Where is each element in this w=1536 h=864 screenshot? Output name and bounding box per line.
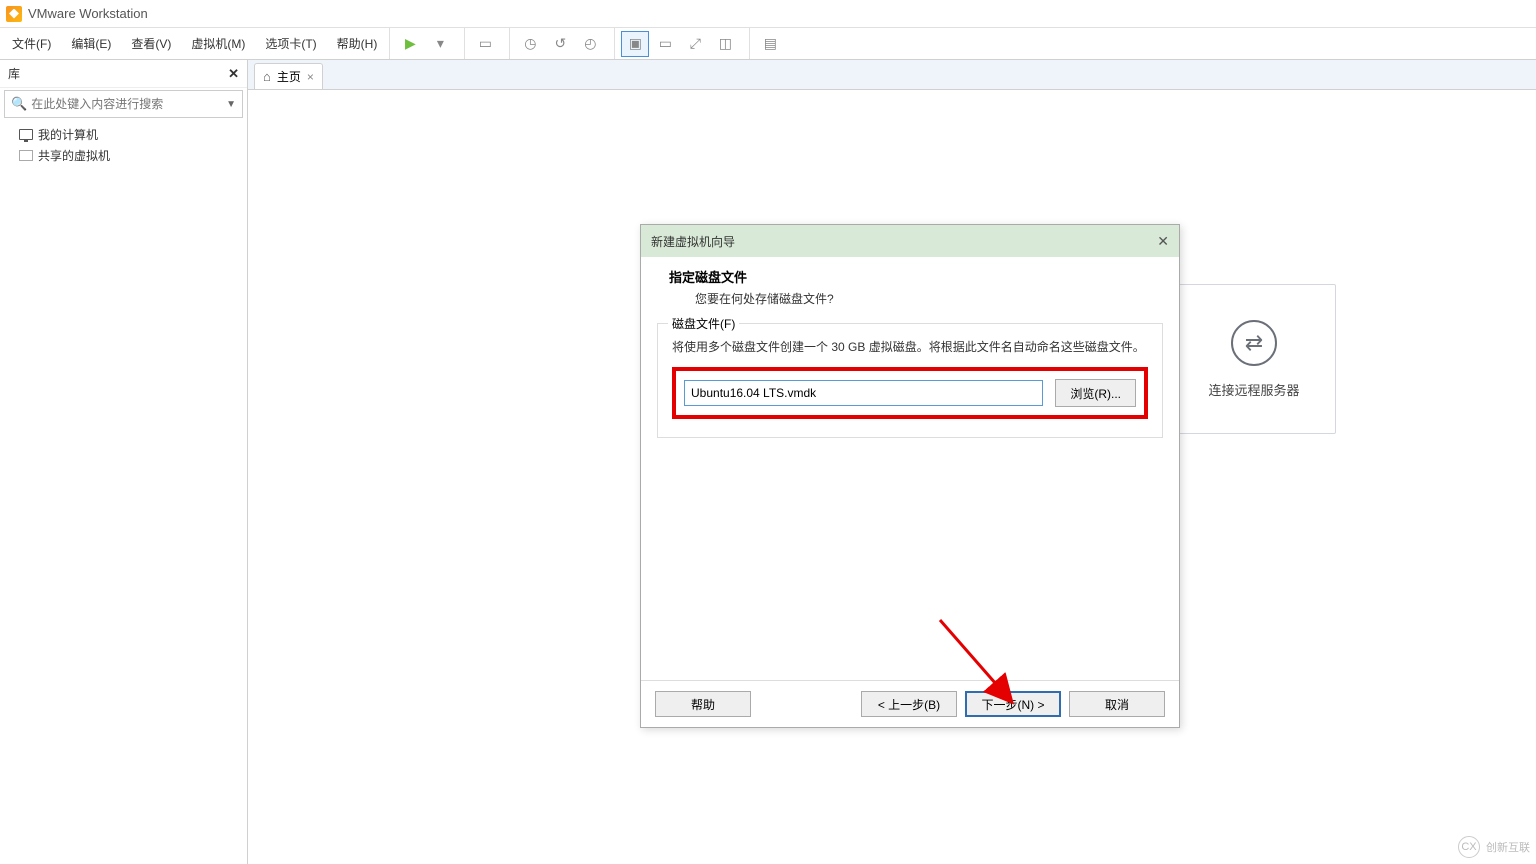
connect-remote-icon: ⇄ [1231,320,1277,366]
titlebar: VMware Workstation [0,0,1536,28]
search-dropdown-icon[interactable]: ▼ [226,99,236,110]
tab-label: 主页 [277,68,301,85]
sidebar-close-button[interactable]: ✕ [228,66,239,82]
watermark-text: 创新互联 [1486,839,1530,855]
snapshot-manage-button[interactable]: ◴ [576,31,604,57]
snapshot-revert-button[interactable]: ↺ [546,31,574,57]
next-button[interactable]: 下一步(N) > [965,691,1061,717]
play-dropdown[interactable]: ▾ [426,31,454,57]
dialog-heading: 指定磁盘文件 [669,267,1155,286]
new-vm-wizard-dialog: 新建虚拟机向导 ✕ 指定磁盘文件 您要在何处存储磁盘文件? 磁盘文件(F) 将使… [640,224,1180,728]
fieldset-legend: 磁盘文件(F) [668,315,739,332]
snapshot-overview-button[interactable]: ▭ [471,31,499,57]
menu-edit[interactable]: 编辑(E) [63,31,119,56]
sidebar-header: 库 ✕ [0,60,247,88]
home-icon: ⌂ [263,69,271,84]
tree-item-my-computer[interactable]: 我的计算机 [18,124,247,145]
tree-item-shared-vms[interactable]: 共享的虚拟机 [18,145,247,166]
app-icon [6,6,22,22]
play-button[interactable]: ▶ [396,31,424,57]
menu-help[interactable]: 帮助(H) [329,31,386,56]
help-button[interactable]: 帮助 [655,691,751,717]
view-console-button[interactable]: ▭ [651,31,679,57]
disk-file-row: 浏览(R)... [672,367,1148,419]
sidebar: 库 ✕ 🔍 ▼ 我的计算机 共享的虚拟机 [0,60,248,864]
menubar: 文件(F) 编辑(E) 查看(V) 虚拟机(M) 选项卡(T) 帮助(H) ▶ … [0,28,1536,60]
quick-connect-remote[interactable]: ⇄ 连接远程服务器 [1172,284,1336,434]
snapshot-take-button[interactable]: ◷ [516,31,544,57]
search-icon: 🔍 [11,96,27,112]
dialog-close-button[interactable]: ✕ [1157,233,1169,250]
tab-home[interactable]: ⌂ 主页 × [254,63,323,89]
view-library-button[interactable]: ▤ [756,31,784,57]
watermark-icon: CX [1458,836,1480,858]
fieldset-description: 将使用多个磁盘文件创建一个 30 GB 虚拟磁盘。将根据此文件名自动命名这些磁盘… [672,338,1148,357]
monitor-icon [18,128,34,142]
disk-file-input[interactable] [684,380,1043,406]
back-button[interactable]: < 上一步(B) [861,691,957,717]
app-title: VMware Workstation [28,6,148,21]
dialog-title: 新建虚拟机向导 [651,233,735,250]
view-windowed-button[interactable]: ▣ [621,31,649,57]
sidebar-title: 库 [8,65,20,82]
menu-file[interactable]: 文件(F) [4,31,59,56]
menu-view[interactable]: 查看(V) [123,31,179,56]
tab-close-button[interactable]: × [307,70,314,84]
dialog-titlebar: 新建虚拟机向导 ✕ [641,225,1179,257]
search-input[interactable] [31,97,222,111]
tree-item-label: 我的计算机 [38,126,98,143]
library-tree: 我的计算机 共享的虚拟机 [0,120,247,166]
search-box[interactable]: 🔍 ▼ [4,90,243,118]
tree-item-label: 共享的虚拟机 [38,147,110,164]
cancel-button[interactable]: 取消 [1069,691,1165,717]
tab-strip: ⌂ 主页 × [248,60,1536,90]
quick-label: 连接远程服务器 [1208,380,1299,399]
menu-vm[interactable]: 虚拟机(M) [183,31,253,56]
view-fullscreen-button[interactable]: ⤢ [681,31,709,57]
view-unity-button[interactable]: ◫ [711,31,739,57]
dialog-spacer [641,450,1179,680]
browse-button[interactable]: 浏览(R)... [1055,379,1136,407]
dialog-button-row: 帮助 < 上一步(B) 下一步(N) > 取消 [641,680,1179,727]
disk-file-fieldset: 磁盘文件(F) 将使用多个磁盘文件创建一个 30 GB 虚拟磁盘。将根据此文件名… [657,323,1163,438]
dialog-header: 指定磁盘文件 您要在何处存储磁盘文件? [641,257,1179,323]
menu-tabs[interactable]: 选项卡(T) [257,31,324,56]
dialog-subheading: 您要在何处存储磁盘文件? [669,286,1155,307]
shared-icon [18,149,34,163]
watermark: CX 创新互联 [1458,836,1530,858]
